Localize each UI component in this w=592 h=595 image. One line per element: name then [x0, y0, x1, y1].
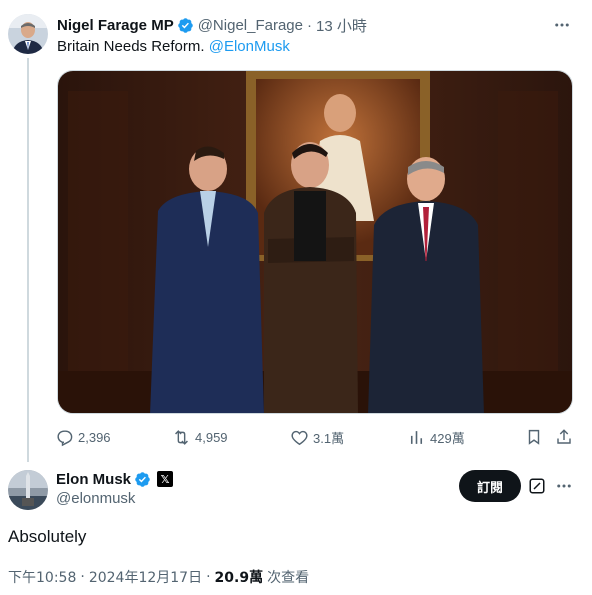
reply-icon	[57, 429, 73, 446]
tweet-metadata: 下午10:58 · 2024年12月17日 · 20.9萬 次查看	[8, 567, 309, 587]
bookmark-button[interactable]	[525, 426, 547, 448]
verified-badge-icon[interactable]	[177, 17, 194, 34]
main-author-name[interactable]: Elon Musk	[56, 471, 131, 488]
tweet-time[interactable]: 下午10:58	[8, 567, 76, 587]
nigel-farage-avatar[interactable]	[8, 14, 48, 54]
tweet-date[interactable]: 2024年12月17日	[89, 567, 202, 587]
quoted-tweet-body: Britain Needs Reform.	[57, 38, 205, 55]
repost-count: 4,959	[195, 429, 228, 445]
main-more-options-icon[interactable]	[553, 475, 575, 497]
grok-icon[interactable]	[528, 477, 546, 495]
elon-musk-avatar[interactable]	[8, 470, 48, 510]
views-count: 429萬	[430, 430, 465, 446]
mention-link[interactable]: @ElonMusk	[209, 38, 290, 55]
heart-icon	[291, 430, 308, 445]
quoted-author-name[interactable]: Nigel Farage MP	[57, 17, 174, 34]
header-separator: ·	[306, 16, 312, 34]
bar-chart-icon	[410, 430, 423, 444]
main-tweet-text: Absolutely	[8, 527, 87, 546]
like-count: 3.1萬	[313, 430, 345, 446]
tweet-thread-view: Nigel Farage MP @Nigel_Farage · 13 小時 Br…	[0, 0, 592, 595]
share-icon	[557, 429, 571, 444]
group-photo-image	[58, 71, 572, 413]
main-tweet-header: Elon Musk 𝕏	[56, 469, 174, 489]
share-button[interactable]	[555, 426, 577, 448]
like-button[interactable]: 3.1萬	[290, 426, 344, 448]
quoted-more-options-icon[interactable]	[551, 14, 573, 36]
repost-icon	[175, 429, 188, 445]
quoted-author-handle[interactable]: @Nigel_Farage	[198, 17, 303, 34]
quoted-tweet-text: Britain Needs Reform. @ElonMusk	[57, 37, 290, 57]
meta-separator: ·	[80, 569, 85, 585]
main-author-handle[interactable]: @elonmusk	[56, 490, 135, 507]
thread-connector-line	[27, 58, 29, 462]
subscribe-button[interactable]: 訂閱	[459, 470, 521, 502]
verified-badge-icon[interactable]	[134, 471, 151, 488]
views-label: 次查看	[267, 570, 310, 586]
x-affiliate-badge-icon[interactable]: 𝕏	[157, 471, 174, 487]
tweet-photo[interactable]	[57, 70, 573, 414]
reply-count: 2,396	[78, 429, 111, 445]
meta-separator: ·	[206, 569, 211, 585]
repost-button[interactable]: 4,959	[172, 426, 228, 448]
quoted-tweet-header: Nigel Farage MP @Nigel_Farage · 13 小時	[57, 15, 367, 35]
bookmark-icon	[528, 429, 540, 445]
quoted-tweet-time[interactable]: 13 小時	[316, 15, 367, 36]
main-views-count: 20.9萬	[214, 570, 264, 586]
reply-button[interactable]: 2,396	[55, 426, 111, 448]
views-button[interactable]: 429萬	[407, 426, 465, 448]
quoted-tweet-action-bar: 2,396 4,959 3.1萬 429萬	[55, 426, 575, 448]
